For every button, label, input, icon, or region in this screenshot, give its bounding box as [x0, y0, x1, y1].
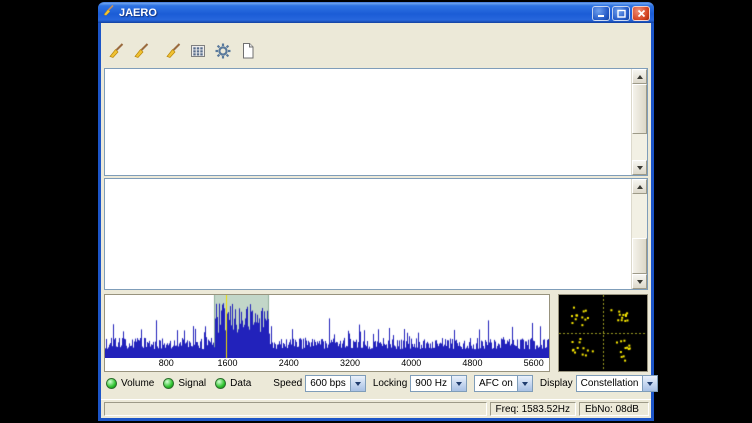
- hex-console[interactable]: [104, 68, 648, 176]
- arrow-down-icon: [637, 280, 643, 284]
- locking-combo: Locking 900 Hz: [373, 375, 467, 392]
- chevron-down-icon: [350, 376, 365, 391]
- spectrum-display[interactable]: 800 1600 2400 3200 4000 4800 5600: [104, 294, 550, 372]
- close-button[interactable]: [632, 6, 650, 21]
- hex-console-lines: [105, 69, 631, 128]
- maximize-button[interactable]: [612, 6, 630, 21]
- combo-value: 600 bps: [306, 376, 350, 391]
- jaero-window: JAERO: [98, 2, 654, 421]
- arrow-up-icon: [637, 75, 643, 79]
- combo-dropdown[interactable]: AFC on: [474, 375, 533, 392]
- hex-console-scrollbar[interactable]: [631, 69, 647, 175]
- scroll-up-button[interactable]: [632, 69, 647, 84]
- menu-tools[interactable]: [114, 31, 126, 33]
- menubar: [101, 23, 651, 40]
- broom-icon: [132, 42, 150, 65]
- scroll-down-button[interactable]: [632, 274, 647, 289]
- axis-tick-label: 5600: [520, 358, 548, 368]
- axis-tick-label: 3200: [336, 358, 364, 368]
- clear-all-button[interactable]: [161, 42, 184, 65]
- app-icon: [102, 4, 115, 22]
- speed-combo: Speed 600 bps: [273, 375, 366, 392]
- window-title: JAERO: [119, 7, 592, 19]
- led-label: Volume: [121, 378, 154, 389]
- led-icon: [215, 378, 226, 389]
- chevron-down-icon: [517, 376, 532, 391]
- led-icon: [163, 378, 174, 389]
- constellation-display: [558, 294, 648, 372]
- scroll-thumb[interactable]: [632, 84, 647, 134]
- acars-console-lines: [105, 179, 631, 238]
- clear-first-console-button[interactable]: [104, 42, 127, 65]
- scroll-down-button[interactable]: [632, 160, 647, 175]
- settings-button[interactable]: [211, 42, 234, 65]
- menu-file[interactable]: [102, 31, 114, 33]
- window-body: 800 1600 2400 3200 4000 4800 5600 Volume Signal…: [98, 23, 654, 421]
- combo-value: AFC on: [475, 376, 517, 391]
- combo-dropdown[interactable]: Constellation: [576, 375, 659, 392]
- axis-tick-label: 4000: [397, 358, 425, 368]
- combo-label: Speed: [273, 378, 302, 389]
- menu-help[interactable]: [126, 31, 138, 33]
- acars-console-scrollbar[interactable]: [631, 179, 647, 289]
- statusbar-filler: [104, 402, 487, 416]
- axis-tick-label: 1600: [213, 358, 241, 368]
- clear-second-console-button[interactable]: [129, 42, 152, 65]
- scroll-thumb[interactable]: [632, 238, 647, 274]
- spectrum-canvas[interactable]: [105, 295, 549, 358]
- led-label: Data: [230, 378, 251, 389]
- axis-tick-label: 4800: [458, 358, 486, 368]
- axis-tick-label: 2400: [275, 358, 303, 368]
- broom-icon: [164, 42, 182, 65]
- data-led-indicator: Data: [215, 378, 251, 389]
- freq-status: Freq: 1583.52Hz: [490, 402, 577, 416]
- chevron-down-icon: [642, 376, 657, 391]
- titlebar[interactable]: JAERO: [98, 2, 654, 23]
- statusbar: Freq: 1583.52Hz EbNo: 08dB: [101, 399, 651, 418]
- arrow-down-icon: [637, 166, 643, 170]
- broom-icon: [107, 42, 125, 65]
- afc-combo: AFC on: [474, 375, 533, 392]
- data-window-button[interactable]: [186, 42, 209, 65]
- gear-icon: [214, 42, 232, 65]
- acars-console[interactable]: [104, 178, 648, 290]
- keypad-icon: [189, 42, 207, 65]
- signal-led-indicator: Signal: [163, 378, 206, 389]
- combo-label: Display: [540, 378, 573, 389]
- scroll-up-button[interactable]: [632, 179, 647, 194]
- combo-dropdown[interactable]: 900 Hz: [410, 375, 467, 392]
- volume-led-indicator: Volume: [106, 378, 154, 389]
- spectrum-axis-labels: 800 1600 2400 3200 4000 4800 5600: [105, 358, 549, 371]
- logging-button[interactable]: [236, 42, 259, 65]
- combo-value: 900 Hz: [411, 376, 451, 391]
- minimize-button[interactable]: [592, 6, 610, 21]
- controls-row: Volume Signal Data Speed 600 bps Locking 900 …: [106, 375, 646, 392]
- display-combo: Display Constellation: [540, 375, 659, 392]
- document-icon: [239, 42, 257, 65]
- combo-value: Constellation: [577, 376, 643, 391]
- arrow-up-icon: [637, 185, 643, 189]
- chevron-down-icon: [451, 376, 466, 391]
- combo-label: Locking: [373, 378, 407, 389]
- ebno-status: EbNo: 08dB: [579, 402, 649, 416]
- toolbar: [101, 40, 651, 66]
- axis-tick-label: 800: [152, 358, 180, 368]
- led-label: Signal: [178, 378, 206, 389]
- visualization-row: 800 1600 2400 3200 4000 4800 5600: [104, 294, 648, 372]
- led-icon: [106, 378, 117, 389]
- combo-dropdown[interactable]: 600 bps: [305, 375, 366, 392]
